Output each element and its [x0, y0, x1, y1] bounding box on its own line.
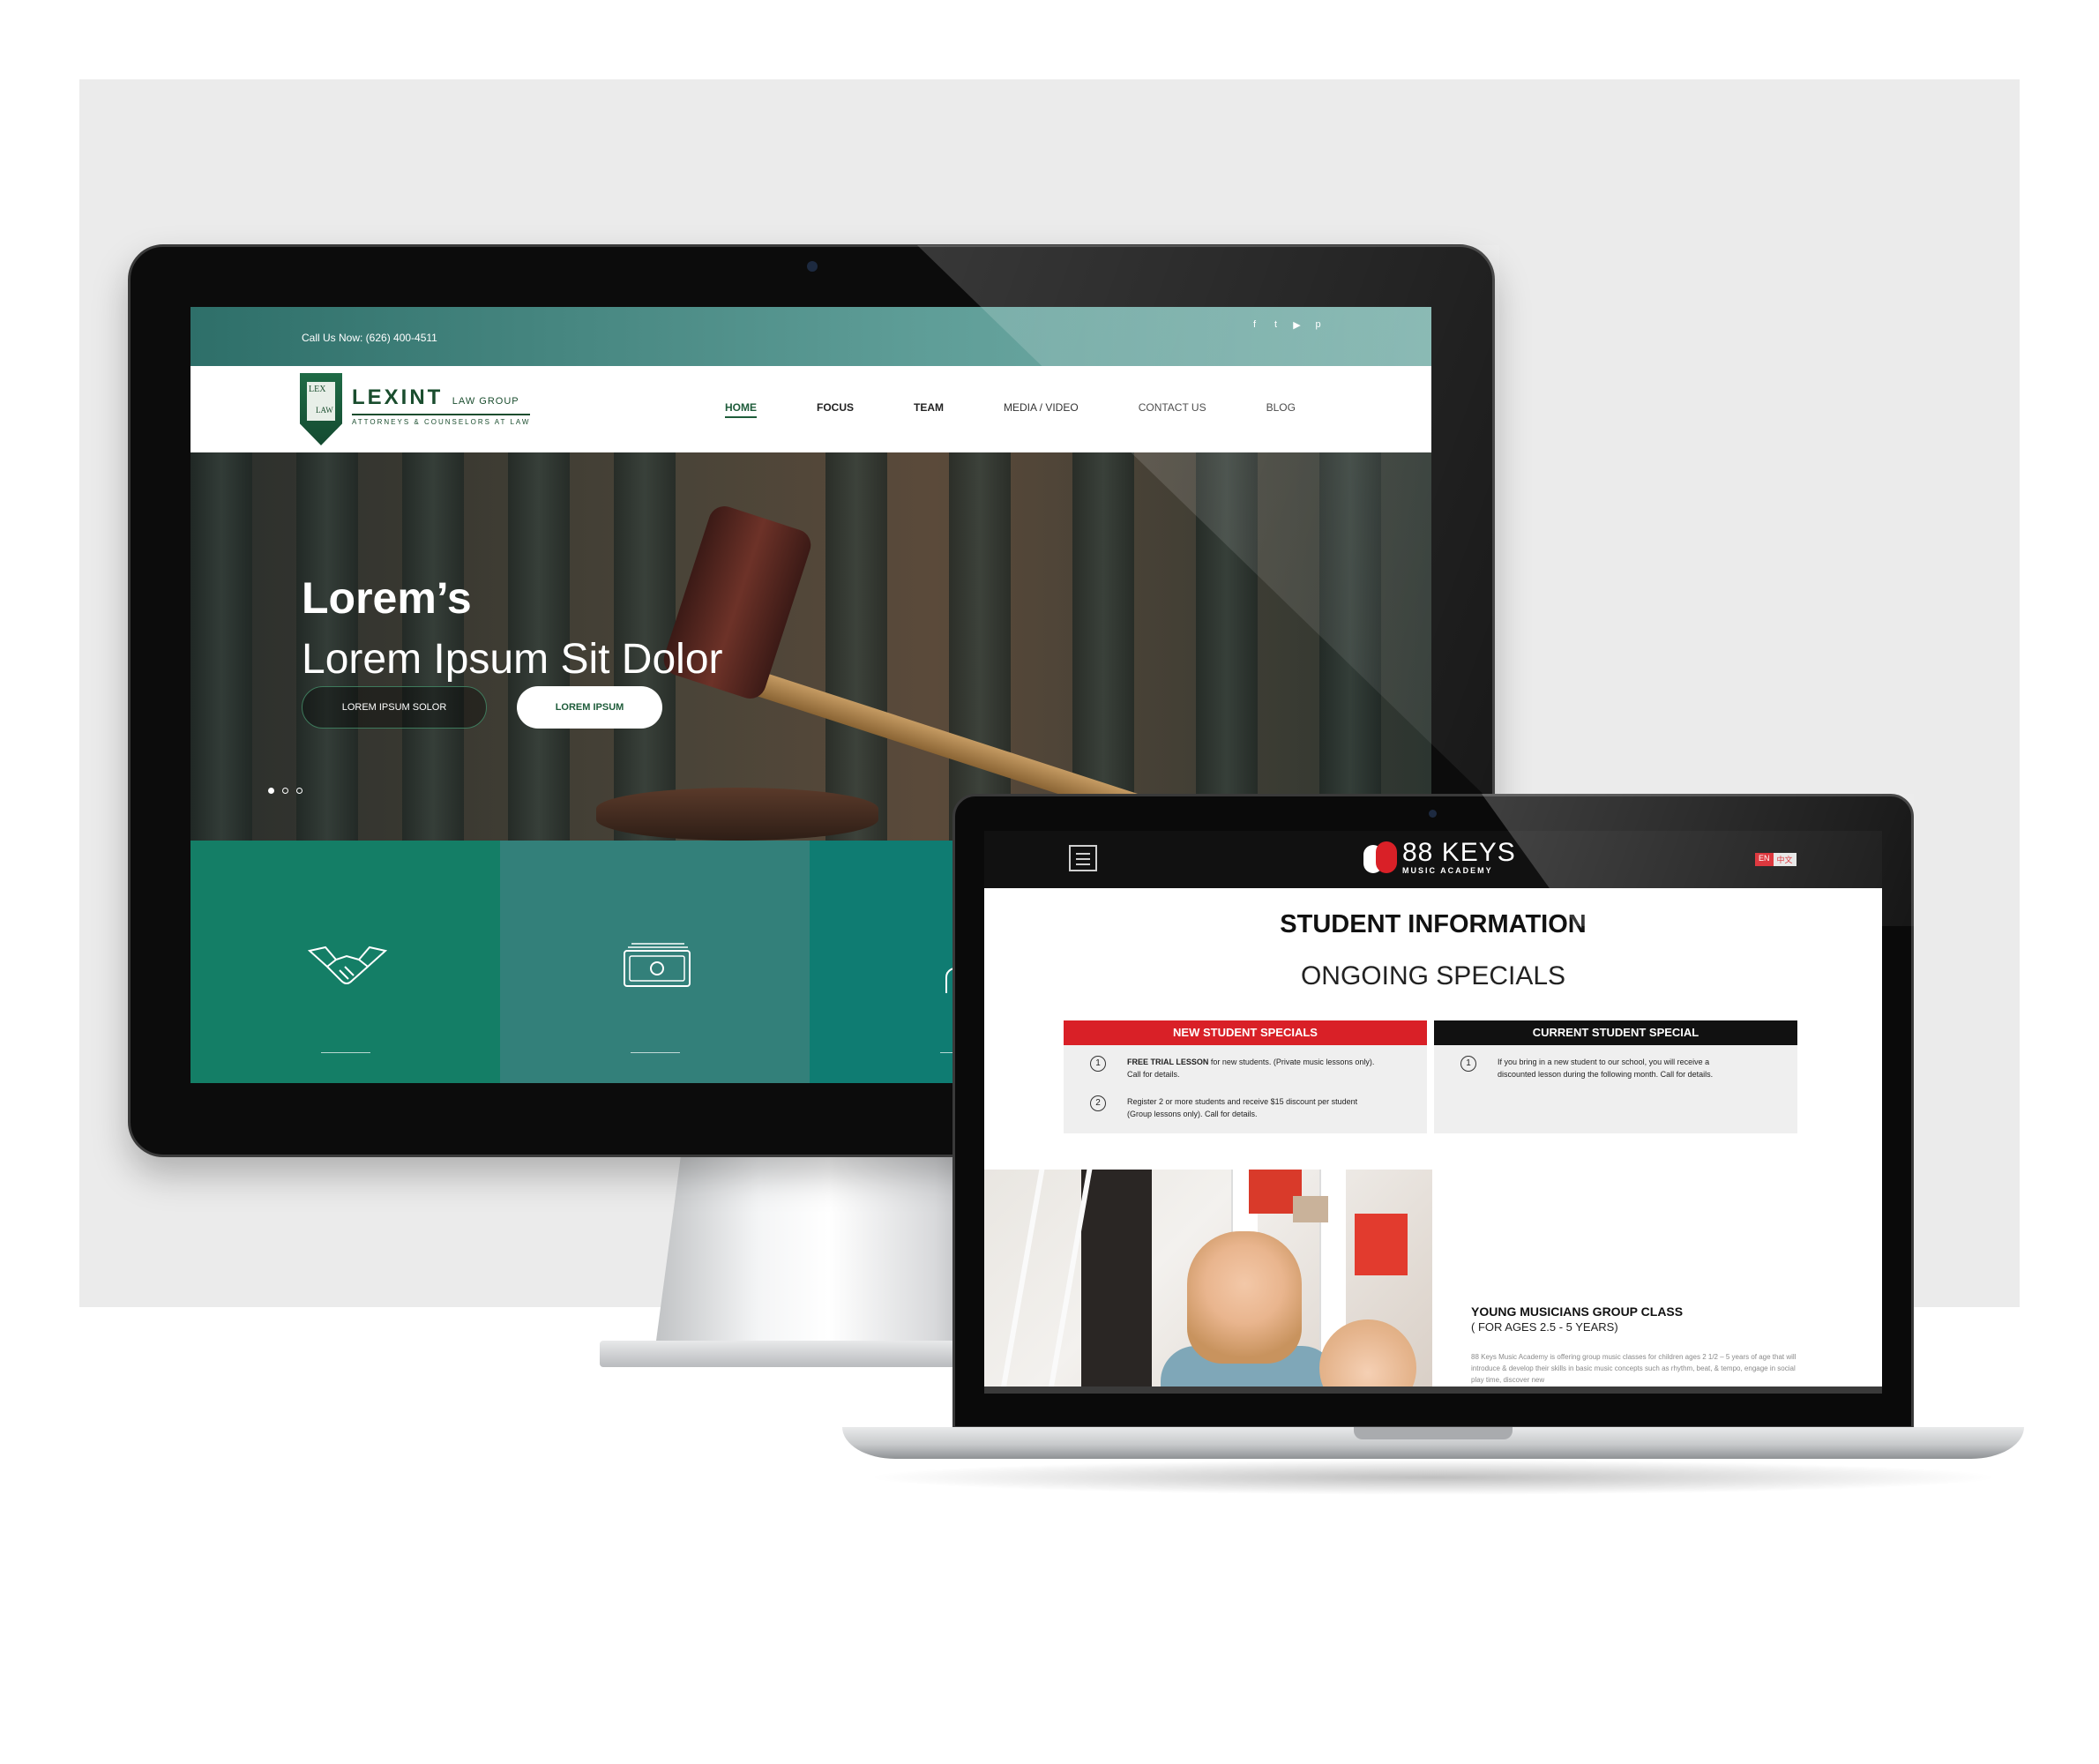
- book-spine: [1196, 452, 1258, 841]
- gavel-sound-block: [596, 788, 878, 841]
- social-links: f t ▶ p: [1249, 319, 1324, 331]
- hero-solid-button[interactable]: LOREM IPSUM: [517, 686, 662, 729]
- special-text-line2: discounted lesson during the following m…: [1498, 1070, 1714, 1079]
- lang-en-button[interactable]: EN: [1755, 853, 1774, 866]
- facebook-icon[interactable]: f: [1249, 319, 1260, 331]
- logo-subtext: MUSIC ACADEMY: [1402, 866, 1493, 875]
- slider-dot-3[interactable]: [296, 788, 303, 794]
- special-text-line2: Call for details.: [1127, 1070, 1180, 1079]
- slider-dot-2[interactable]: [282, 788, 288, 794]
- handshake-icon: [308, 946, 387, 984]
- brand-suffix: LAW GROUP: [452, 396, 519, 407]
- book-spine: [1319, 452, 1381, 841]
- mockup-stage: Call Us Now: (626) 400-4511 f t ▶ p LEX …: [0, 0, 2099, 1764]
- photo-child-1: [1187, 1231, 1302, 1364]
- nav-blog[interactable]: BLOG: [1266, 401, 1296, 418]
- laptop-notch: [1354, 1427, 1513, 1439]
- list-item: 1 FREE TRIAL LESSON for new students. (P…: [1090, 1056, 1374, 1080]
- logo-text: 88 KEYS: [1402, 838, 1516, 867]
- special-text: If you bring in a new student to our sch…: [1498, 1058, 1710, 1066]
- service-tile-2[interactable]: [500, 841, 810, 1083]
- nav-focus[interactable]: FOCUS: [817, 401, 854, 418]
- twitter-icon[interactable]: t: [1270, 319, 1281, 331]
- hero-title-line2: Lorem Ipsum Sit Dolor: [302, 636, 723, 683]
- lexint-navbar: LEX LAW LEXINT LAW GROUP ATTORNEYS & COU…: [190, 366, 1431, 452]
- shield-law-text: LAW: [316, 406, 333, 415]
- hero-banner: Lorem’s Lorem Ipsum Sit Dolor LOREM IPSU…: [190, 452, 1431, 841]
- phone-number[interactable]: Call Us Now: (626) 400-4511: [302, 332, 437, 344]
- nav-media-video[interactable]: MEDIA / VIDEO: [1004, 401, 1079, 418]
- youtube-icon[interactable]: ▶: [1291, 319, 1303, 331]
- keys-logo-mark-icon: [1363, 838, 1397, 877]
- nav-home[interactable]: HOME: [725, 401, 757, 418]
- lexint-topbar: Call Us Now: (626) 400-4511 f t ▶ p: [190, 307, 1431, 366]
- screen-bottom-bar: [984, 1387, 1882, 1394]
- section-title: YOUNG MUSICIANS GROUP CLASS: [1471, 1304, 1684, 1319]
- children-class-photo: [984, 1170, 1432, 1394]
- shield-lex-text: LEX: [309, 385, 326, 394]
- lexint-brand[interactable]: LEXINT LAW GROUP ATTORNEYS & COUNSELORS …: [352, 385, 531, 426]
- hamburger-menu-icon[interactable]: [1069, 845, 1097, 871]
- new-student-specials-card: NEW STUDENT SPECIALS 1 FREE TRIAL LESSON…: [1064, 1020, 1427, 1133]
- lang-zh-button[interactable]: 中文: [1773, 853, 1796, 866]
- photo-toy: [1355, 1214, 1408, 1275]
- photo-dark-area: [1081, 1170, 1152, 1394]
- current-student-special-card: CURRENT STUDENT SPECIAL 1 If you bring i…: [1434, 1020, 1797, 1133]
- nav-team[interactable]: TEAM: [914, 401, 944, 418]
- page-subtitle: ONGOING SPECIALS: [1300, 961, 1566, 990]
- slider-dots: [268, 788, 303, 794]
- section-body: 88 Keys Music Academy is offering group …: [1471, 1353, 1796, 1384]
- brand-name: LEXINT: [352, 385, 444, 409]
- number-badge: 2: [1090, 1095, 1106, 1111]
- section-subtitle: ( FOR AGES 2.5 - 5 YEARS): [1471, 1320, 1618, 1334]
- list-item: 2 Register 2 or more students and receiv…: [1090, 1095, 1357, 1120]
- book-spine: [825, 452, 887, 841]
- hero-outline-button[interactable]: LOREM IPSUM SOLOR: [302, 686, 487, 729]
- keys-header: 88 KEYS MUSIC ACADEMY EN 中文: [984, 831, 1882, 888]
- tile-divider: [631, 1052, 680, 1053]
- main-menu: HOME FOCUS TEAM MEDIA / VIDEO CONTACT US…: [725, 401, 1356, 418]
- photo-ladder: [999, 1170, 1093, 1394]
- page-title: STUDENT INFORMATION: [1280, 910, 1587, 938]
- photo-toy: [1293, 1196, 1328, 1222]
- service-tile-1[interactable]: [190, 841, 500, 1083]
- special-text: for new students. (Private music lessons…: [1208, 1058, 1375, 1066]
- special-bold-text: FREE TRIAL LESSON: [1127, 1058, 1209, 1066]
- lexint-logo-shield[interactable]: LEX LAW: [300, 373, 342, 445]
- keys-logo[interactable]: 88 KEYS MUSIC ACADEMY: [1363, 838, 1516, 877]
- list-item: 1 If you bring in a new student to our s…: [1460, 1056, 1713, 1080]
- pinterest-icon[interactable]: p: [1312, 319, 1324, 331]
- money-icon: [624, 943, 691, 987]
- brand-tagline: ATTORNEYS & COUNSELORS AT LAW: [352, 414, 531, 426]
- book-spine: [949, 452, 1011, 841]
- number-badge: 1: [1090, 1056, 1106, 1072]
- book-spine: [190, 452, 252, 841]
- laptop-camera: [1429, 810, 1437, 818]
- special-text-line2: (Group lessons only). Call for details.: [1127, 1110, 1258, 1118]
- laptop-screen-88keys-site: 88 KEYS MUSIC ACADEMY EN 中文 STUDENT INFO…: [984, 831, 1882, 1394]
- imac-camera: [807, 261, 818, 272]
- new-specials-heading: NEW STUDENT SPECIALS: [1064, 1020, 1427, 1045]
- nav-contact-us[interactable]: CONTACT US: [1139, 401, 1206, 418]
- shield-panel: LEX LAW: [307, 382, 335, 421]
- slider-dot-1[interactable]: [268, 788, 274, 794]
- current-special-heading: CURRENT STUDENT SPECIAL: [1434, 1020, 1797, 1045]
- tile-divider: [321, 1052, 370, 1053]
- number-badge: 1: [1460, 1056, 1476, 1072]
- laptop-shadow: [864, 1460, 2002, 1495]
- special-text: Register 2 or more students and receive …: [1127, 1097, 1358, 1106]
- hero-title-line1: Lorem’s: [302, 573, 472, 623]
- language-switcher: EN 中文: [1755, 853, 1796, 866]
